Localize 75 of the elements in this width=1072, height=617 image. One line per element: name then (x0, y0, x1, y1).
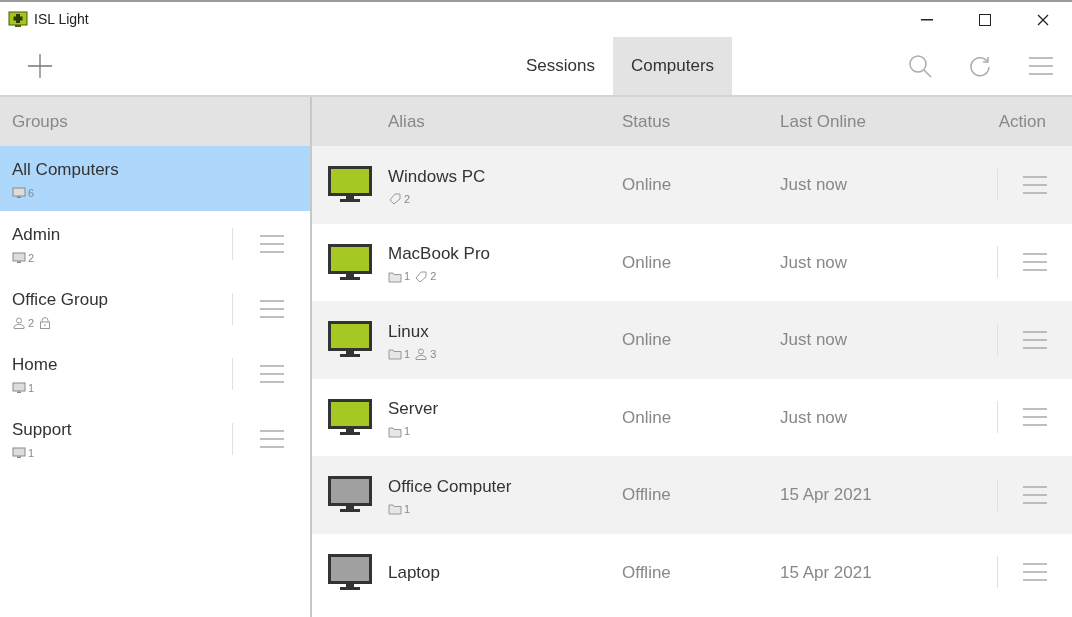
count: 2 (28, 316, 35, 331)
count: 2 (28, 251, 35, 266)
monitor-icon (12, 382, 26, 395)
plus-icon (27, 53, 53, 79)
minimize-icon (921, 18, 933, 21)
computer-alias: Server (388, 398, 440, 420)
menu-icon (1023, 253, 1047, 272)
monitor-icon (12, 447, 26, 460)
window-title: ISL Light (34, 10, 89, 29)
computer-alias: Laptop (388, 561, 441, 584)
last-online-text: Just now (780, 174, 849, 196)
menu-icon (1029, 57, 1053, 75)
last-online-text: Just now (780, 329, 849, 351)
tag-icon (414, 270, 429, 283)
status-text: Online (622, 251, 673, 274)
monitor-icon (12, 252, 26, 265)
count: 1 (28, 446, 35, 461)
count: 3 (430, 346, 437, 362)
search-icon (907, 53, 933, 79)
last-online-text: Just now (780, 406, 849, 429)
folder-icon (388, 270, 402, 283)
last-online-text: Just now (780, 251, 849, 274)
tab[interactable]: Sessions (507, 37, 613, 95)
status-text: Online (622, 329, 673, 351)
group-name: Office Group (12, 288, 110, 311)
menu-icon (259, 299, 284, 318)
menu-icon (1023, 563, 1047, 582)
menu-icon (259, 429, 284, 448)
count: 1 (404, 424, 411, 440)
computer-alias: Office Computer (388, 475, 513, 498)
menu-icon (1023, 408, 1047, 427)
column-header: Action (997, 110, 1047, 133)
column-header: Status (622, 110, 672, 133)
menu-icon (259, 364, 284, 383)
column-header: Alias (387, 110, 426, 133)
column-header: Last Online (780, 110, 867, 133)
computer-alias: MacBook Pro (388, 243, 492, 265)
tag-icon (388, 193, 402, 205)
count: 2 (404, 191, 411, 207)
app-logo-icon (8, 11, 28, 28)
monitor-icon (12, 187, 26, 200)
lock-icon (38, 317, 53, 330)
count: 1 (404, 346, 411, 362)
menu-icon (1023, 485, 1047, 504)
folder-icon (388, 425, 402, 438)
count: 1 (404, 269, 411, 285)
menu-icon (1023, 330, 1047, 349)
refresh-icon (969, 55, 991, 77)
last-online-text: 15 Apr 2021 (780, 561, 873, 584)
group-name: Support (12, 418, 73, 441)
user-icon (12, 317, 26, 330)
group-name: All Computers (12, 158, 120, 181)
close-icon (1037, 13, 1049, 26)
menu-icon (259, 234, 284, 253)
status-text: Online (622, 406, 673, 429)
status-text: Offline (622, 561, 672, 584)
user-icon (414, 348, 429, 360)
status-text: Offline (622, 484, 672, 506)
count: 6 (28, 186, 35, 201)
folder-icon (388, 348, 402, 360)
group-item[interactable]: All Computers 6 (0, 146, 310, 211)
group-name: Home (12, 353, 59, 376)
computer-alias: Linux (388, 320, 430, 343)
column-header: Groups (0, 97, 310, 146)
status-text: Online (622, 174, 673, 196)
count: 2 (430, 269, 437, 285)
count: 1 (28, 381, 35, 396)
folder-icon (388, 503, 402, 515)
tab[interactable]: Computers (612, 37, 733, 95)
maximize-icon (979, 13, 991, 26)
menu-icon (1023, 175, 1047, 194)
last-online-text: 15 Apr 2021 (780, 484, 873, 506)
computer-alias: Windows PC (388, 165, 487, 188)
count: 1 (404, 501, 411, 517)
group-name: Admin (12, 223, 62, 246)
